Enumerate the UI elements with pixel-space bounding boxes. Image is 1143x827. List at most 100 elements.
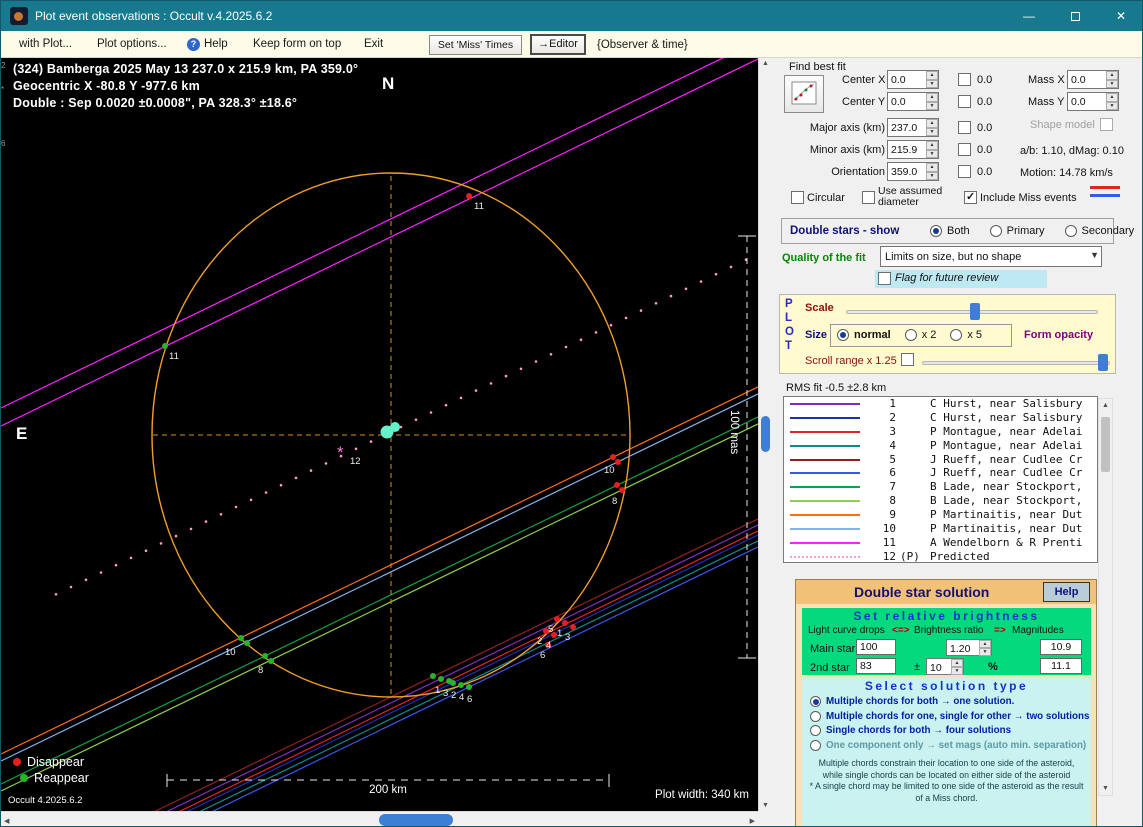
solution-option-2[interactable]: Multiple chords for one, single for othe…: [810, 710, 1089, 722]
form-opacity-label[interactable]: Form opacity: [1024, 329, 1093, 341]
observer-row[interactable]: 12 (P) Predicted: [784, 550, 1097, 562]
spin-up-icon[interactable]: ▲: [951, 659, 963, 667]
quality-dropdown[interactable]: Limits on size, but no shape ▼: [880, 246, 1102, 267]
scroll-range-slider-thumb[interactable]: [1098, 354, 1108, 371]
ratio-spinner[interactable]: 1.20 ▲ ▼: [946, 639, 992, 656]
spin-up-icon[interactable]: ▲: [926, 71, 938, 80]
chevron-down-icon[interactable]: ▼: [1090, 250, 1099, 260]
panel-scroll-thumb[interactable]: [1101, 417, 1110, 472]
minor-axis-checkbox[interactable]: [958, 143, 971, 156]
orientation-checkbox[interactable]: [958, 165, 971, 178]
menu-keep-on-top[interactable]: Keep form on top: [253, 38, 341, 50]
observer-row[interactable]: 7 B Lade, near Stockport,: [784, 480, 1097, 494]
spin-down-icon[interactable]: ▼: [926, 101, 938, 110]
observer-time-label[interactable]: {Observer & time}: [597, 39, 688, 51]
minimize-button[interactable]: —: [1006, 1, 1052, 31]
major-axis-checkbox[interactable]: [958, 121, 971, 134]
scroll-down-icon[interactable]: ▼: [1099, 785, 1112, 792]
observer-row[interactable]: 4 P Montague, near Adelai: [784, 439, 1097, 453]
plot-horizontal-scrollbar[interactable]: ◀ ▶: [1, 811, 758, 826]
menu-help[interactable]: Help: [204, 38, 228, 50]
main-star-input[interactable]: 100: [856, 639, 896, 655]
radio-icon[interactable]: [810, 725, 821, 736]
radio-icon[interactable]: [950, 329, 963, 341]
use-assumed-checkbox[interactable]: [862, 191, 875, 204]
radio-icon[interactable]: [810, 696, 821, 707]
spin-down-icon[interactable]: ▼: [926, 149, 938, 158]
observer-row[interactable]: 10 P Martinaitis, near Dut: [784, 522, 1097, 536]
radio-icon[interactable]: [810, 710, 821, 722]
spin-up-icon[interactable]: ▲: [1106, 71, 1118, 80]
plot-vertical-scrollbar[interactable]: ▲ ▼: [758, 58, 771, 811]
scroll-range-checkbox[interactable]: [901, 353, 914, 366]
spin-down-icon[interactable]: ▼: [926, 127, 938, 136]
scale-slider-thumb[interactable]: [970, 303, 980, 320]
editor-button[interactable]: →Editor: [530, 34, 586, 55]
spin-down-icon[interactable]: ▼: [926, 79, 938, 88]
show-option-primary[interactable]: Primary: [989, 225, 1045, 237]
spin-down-icon[interactable]: ▼: [926, 171, 938, 180]
spin-up-icon[interactable]: ▲: [926, 119, 938, 128]
plot-hscroll-thumb[interactable]: [379, 814, 453, 826]
radio-icon[interactable]: [930, 225, 942, 237]
circular-checkbox[interactable]: [791, 191, 804, 204]
radio-icon[interactable]: [989, 225, 1002, 237]
spin-down-icon[interactable]: ▼: [979, 648, 991, 656]
center-x-spinner[interactable]: 0.0 ▲ ▼: [887, 70, 939, 89]
scroll-right-icon[interactable]: ▶: [750, 817, 755, 825]
menu-exit[interactable]: Exit: [364, 38, 383, 50]
size-option-x5[interactable]: x 5: [950, 329, 982, 341]
panel-scrollbar[interactable]: ▲ ▼: [1098, 398, 1113, 796]
observer-row[interactable]: 3 P Montague, near Adelai: [784, 425, 1097, 439]
mass-x-spinner[interactable]: 0.0 ▲ ▼: [1067, 70, 1119, 89]
scroll-left-icon[interactable]: ◀: [4, 817, 9, 825]
spin-up-icon[interactable]: ▲: [926, 93, 938, 102]
show-option-secondary[interactable]: Secondary: [1064, 225, 1134, 237]
help-button[interactable]: Help: [1043, 582, 1090, 602]
menu-plot-options[interactable]: Plot options...: [97, 38, 167, 50]
size-option-x2[interactable]: x 2: [904, 329, 936, 341]
spin-down-icon[interactable]: ▼: [951, 667, 963, 675]
major-axis-spinner[interactable]: 237.0 ▲ ▼: [887, 118, 939, 137]
show-option-both-label: Both: [947, 225, 970, 237]
center-x-checkbox[interactable]: [958, 73, 971, 86]
close-button[interactable]: ✕: [1098, 1, 1142, 31]
observer-row[interactable]: 11 A Wendelborn & R Prenti: [784, 536, 1097, 550]
size-option-normal[interactable]: normal: [837, 329, 891, 341]
center-y-spinner[interactable]: 0.0 ▲ ▼: [887, 92, 939, 111]
shape-model-checkbox[interactable]: [1100, 118, 1113, 131]
spin-up-icon[interactable]: ▲: [979, 640, 991, 648]
flag-review-checkbox[interactable]: [878, 272, 891, 285]
observer-row[interactable]: 6 J Rueff, near Cudlee Cr: [784, 466, 1097, 480]
spin-up-icon[interactable]: ▲: [926, 163, 938, 172]
observer-row[interactable]: 8 B Lade, near Stockport,: [784, 494, 1097, 508]
show-option-both[interactable]: Both: [930, 225, 970, 237]
center-y-checkbox[interactable]: [958, 95, 971, 108]
scroll-up-icon[interactable]: ▲: [1099, 402, 1112, 409]
spin-down-icon[interactable]: ▼: [1106, 101, 1118, 110]
second-star-input[interactable]: 83: [856, 658, 896, 674]
minor-axis-spinner[interactable]: 215.9 ▲ ▼: [887, 140, 939, 159]
radio-icon[interactable]: [837, 329, 849, 341]
maximize-button[interactable]: [1052, 1, 1098, 31]
include-miss-checkbox[interactable]: [964, 190, 977, 204]
mass-y-spinner[interactable]: 0.0 ▲ ▼: [1067, 92, 1119, 111]
observer-row[interactable]: 1 C Hurst, near Salisbury: [784, 397, 1097, 411]
radio-icon[interactable]: [1064, 225, 1077, 237]
menu-with-plot[interactable]: with Plot...: [19, 38, 72, 50]
tolerance-spinner[interactable]: 10 ▲ ▼: [926, 658, 964, 675]
spin-up-icon[interactable]: ▲: [926, 141, 938, 150]
spin-up-icon[interactable]: ▲: [1106, 93, 1118, 102]
radio-icon[interactable]: [904, 329, 917, 341]
observer-row[interactable]: 5 J Rueff, near Cudlee Cr: [784, 453, 1097, 467]
find-best-fit-button[interactable]: [784, 75, 824, 113]
plot-vscroll-thumb[interactable]: [761, 416, 770, 452]
spin-down-icon[interactable]: ▼: [1106, 79, 1118, 88]
solution-option-3[interactable]: Single chords for both → four solutions: [810, 725, 1089, 736]
set-miss-times-button[interactable]: Set 'Miss' Times: [429, 35, 522, 55]
orientation-spinner[interactable]: 359.0 ▲ ▼: [887, 162, 939, 181]
solution-option-1[interactable]: Multiple chords for both → one solution.: [810, 696, 1089, 707]
observer-row[interactable]: 9 P Martinaitis, near Dut: [784, 508, 1097, 522]
observer-row[interactable]: 2 C Hurst, near Salisbury: [784, 411, 1097, 425]
scroll-range-slider[interactable]: [922, 361, 1110, 365]
